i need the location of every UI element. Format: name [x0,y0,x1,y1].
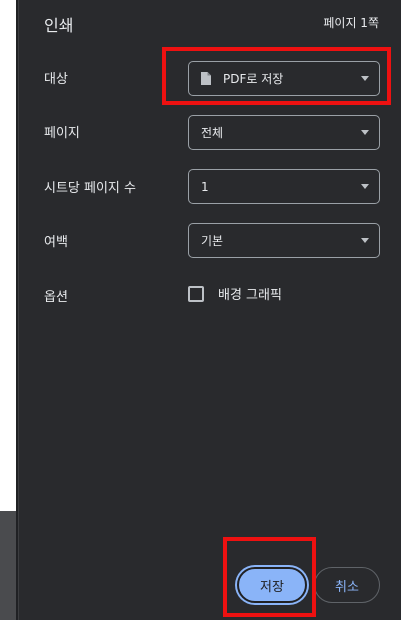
background-graphics-option[interactable]: 배경 그래픽 [188,284,282,303]
preview-background [0,511,16,620]
print-settings-panel: 인쇄 페이지 1쪽 대상 PDF로 저장 페이지 전체 시트당 페이지 수 1 … [18,0,401,620]
cancel-button[interactable]: 취소 [314,567,380,603]
chevron-down-icon [361,184,369,189]
page-preview [0,0,16,511]
page-count: 페이지 1쪽 [323,16,379,30]
pages-value: 전체 [201,126,224,140]
destination-select[interactable]: PDF로 저장 [188,61,380,96]
document-icon [201,72,211,85]
print-title: 인쇄 [44,16,74,35]
margins-select[interactable]: 기본 [188,223,380,258]
pages-per-sheet-select[interactable]: 1 [188,169,380,204]
destination-label: 대상 [44,72,68,87]
pages-per-sheet-label: 시트당 페이지 수 [44,181,136,196]
margins-label: 여백 [44,235,68,250]
save-button[interactable]: 저장 [237,567,307,603]
background-graphics-checkbox[interactable] [188,285,204,302]
page-preview-strip [0,0,16,620]
pages-select[interactable]: 전체 [188,115,380,150]
pages-per-sheet-value: 1 [201,179,209,194]
destination-value: PDF로 저장 [223,72,284,86]
chevron-down-icon [361,238,369,243]
pages-label: 페이지 [44,126,80,141]
chevron-down-icon [361,76,369,81]
options-label: 옵션 [44,290,68,305]
chevron-down-icon [361,130,369,135]
background-graphics-label: 배경 그래픽 [218,288,282,303]
margins-value: 기본 [201,234,224,248]
